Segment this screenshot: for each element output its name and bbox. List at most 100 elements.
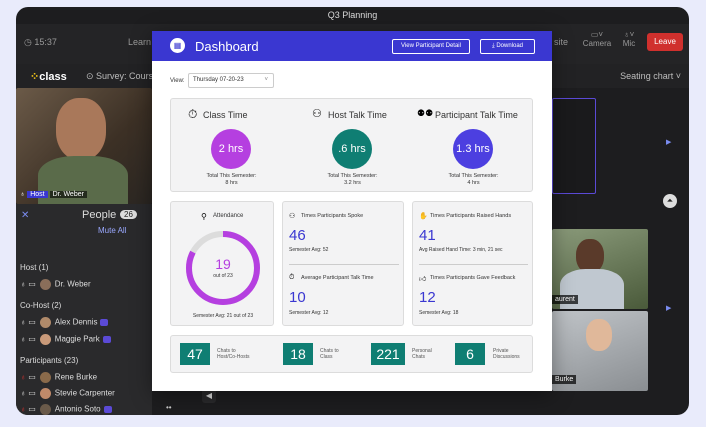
divider — [289, 264, 399, 265]
timer-icon: ⏱ — [188, 107, 198, 121]
speaking-icon: ⚇ — [289, 213, 296, 220]
spoke-avg: Semester Avg: 52 — [289, 247, 329, 253]
feedback-value: 12 — [419, 289, 436, 306]
avg-talk-label: Average Participant Talk Time — [301, 275, 374, 281]
participant-talk-circle: 1.3 hrs — [453, 129, 493, 169]
chats-panel: 47 Chats to Host/Co-Hosts 18 Chats to Clas… — [170, 335, 533, 373]
date-select[interactable]: Thursday 07-20-23 ˅ — [188, 73, 274, 88]
camera-icon: ▭ — [28, 404, 36, 414]
attendance-avg: Semester Avg: 21 out of 23 — [192, 313, 254, 319]
list-item[interactable]: ♁ ▭ Maggie Park — [20, 334, 111, 345]
mic-icon: ♁ — [20, 317, 26, 327]
modal-header: ▦ Dashboard View Participant Detail ⤓ Do… — [152, 31, 552, 61]
close-icon[interactable]: ✕ — [21, 210, 29, 221]
mic-icon: ♁ — [20, 388, 26, 398]
app-logo: ⁘class — [30, 71, 67, 83]
participant-talk-semester-label: Total This Semester: — [448, 173, 499, 179]
people-panel: ✕ People 26 Mute All Host (1) ♁ ▭ Dr. Web… — [16, 204, 152, 415]
avatar — [39, 404, 51, 415]
list-item[interactable]: ♁ ▭ Dr. Weber — [20, 279, 91, 290]
speaking-card: ⚇ Times Participants Spoke 46 Semester A… — [282, 201, 404, 326]
collapse-panel-icon[interactable]: ◀ — [202, 389, 216, 403]
class-time-card: ⏱ Class Time 2 hrs Total This Semester: … — [171, 99, 292, 193]
camera-icon: ▭ — [28, 317, 36, 327]
next-page-icon[interactable]: ▶ — [666, 304, 671, 312]
time-panel: ⏱ Class Time 2 hrs Total This Semester: … — [170, 98, 533, 192]
hands-card: ✋ Times Participants Raised Hands 41 Avg… — [412, 201, 533, 326]
chats-class-value: 18 — [283, 343, 313, 365]
class-time-semester-label: Total This Semester: — [206, 173, 257, 179]
mic-icon: ♁ — [20, 334, 26, 344]
mic-button[interactable]: ♁˅ Mic — [617, 30, 641, 48]
participant-name-tag: aurent — [552, 295, 578, 304]
host-talk-card: ⚇ Host Talk Time .6 hrs Total This Semes… — [292, 99, 413, 193]
mic-icon: ♁˅ — [623, 30, 635, 39]
avatar — [39, 388, 51, 399]
class-time-circle: 2 hrs — [211, 129, 251, 169]
host-talk-semester-label: Total This Semester: — [327, 173, 378, 179]
list-item[interactable]: ♁ ▭ Alex Dennis — [20, 317, 109, 328]
chat-icon — [103, 406, 112, 413]
chats-class-label: Chats to Class — [320, 348, 339, 360]
private-discussions-label: Private Discussions — [493, 348, 520, 360]
dashboard-modal: ▦ Dashboard View Participant Detail ⤓ Do… — [152, 31, 552, 391]
participants-header: Participants (23) — [20, 356, 79, 365]
cohost-header: Co-Host (2) — [20, 301, 62, 310]
speaking-icon: ⚇ — [312, 108, 322, 120]
host-face — [56, 98, 106, 160]
download-button[interactable]: ⤓ Download — [480, 39, 535, 54]
host-talk-semester-value: 3.2 hrs — [344, 180, 361, 186]
host-label: ♁ Host Dr. Weber — [20, 191, 87, 198]
participant-talk-card: ⚉⚉ Participant Talk Time 1.3 hrs Total T… — [413, 99, 534, 193]
window-title: Q3 Planning — [327, 10, 378, 20]
raise-hand-icon: ✋ — [419, 213, 428, 220]
next-page-icon[interactable]: ▶ — [666, 138, 671, 146]
camera-button[interactable]: ▭˅ Camera — [582, 30, 612, 48]
camera-icon: ▭ — [28, 279, 36, 289]
host-talk-circle: .6 hrs — [332, 129, 372, 169]
timer-icon: ⏱ — [289, 274, 295, 281]
chat-icon — [102, 336, 111, 343]
avg-talk-avg: Semester Avg: 12 — [289, 310, 329, 316]
chats-host-value: 47 — [180, 343, 210, 365]
avatar — [39, 334, 51, 345]
host-video[interactable]: ♁ Host Dr. Weber — [16, 88, 152, 204]
view-participant-detail-button[interactable]: View Participant Detail — [392, 39, 470, 54]
camera-icon: ▭ — [28, 372, 36, 382]
list-item[interactable]: ♁ ▭ Antonio Soto — [20, 404, 112, 415]
mute-all-button[interactable]: Mute All — [98, 226, 126, 235]
mic-muted-icon: ♁ — [20, 372, 26, 382]
class-time-label: Class Time — [203, 110, 248, 120]
download-icon: ⤓ — [491, 43, 495, 49]
list-item[interactable]: ♁ ▭ Rene Burke — [20, 372, 97, 383]
mic-muted-icon: ♁ — [20, 404, 26, 414]
participant-video-tile[interactable] — [552, 98, 596, 194]
hands-label: Times Participants Raised Hands — [430, 213, 512, 219]
leave-button[interactable]: Leave — [647, 33, 683, 51]
more-icon[interactable]: •• — [166, 403, 172, 412]
feedback-avg: Semester Avg: 18 — [419, 310, 459, 316]
seating-chart-select[interactable]: Seating chart ˅ — [620, 71, 681, 81]
camera-icon: ▭ — [28, 334, 36, 344]
participant-talk-semester-value: 4 hrs — [467, 180, 480, 186]
divider — [419, 264, 528, 265]
spoke-label: Times Participants Spoke — [301, 213, 364, 219]
person-icon: ⚲ — [201, 212, 207, 221]
avatar — [39, 317, 51, 328]
group-icon: ⚉⚉ — [417, 108, 434, 118]
learn-button[interactable]: Learn — [128, 37, 151, 47]
avg-talk-value: 10 — [289, 289, 306, 306]
chevron-down-icon: ˅ — [264, 77, 268, 83]
list-item[interactable]: ♁ ▭ Stevie Carpenter — [20, 388, 115, 399]
private-discussions-value: 6 — [455, 343, 485, 365]
view-label: View: — [170, 78, 185, 84]
participant-talk-label: Participant Talk Time — [435, 110, 518, 120]
scroll-up-icon[interactable]: ⏶ — [663, 194, 677, 208]
dashboard-icon: ▦ — [170, 38, 185, 53]
site-label: site — [554, 37, 569, 47]
participant-name-tag: Burke — [552, 375, 577, 384]
class-time-semester-value: 8 hrs — [225, 180, 238, 186]
personal-chats-label: Personal Chats — [412, 348, 432, 360]
personal-chats-value: 221 — [371, 343, 405, 365]
attendance-card: ⚲ Attendance 19 out of 23 Semester Avg: … — [170, 201, 274, 326]
